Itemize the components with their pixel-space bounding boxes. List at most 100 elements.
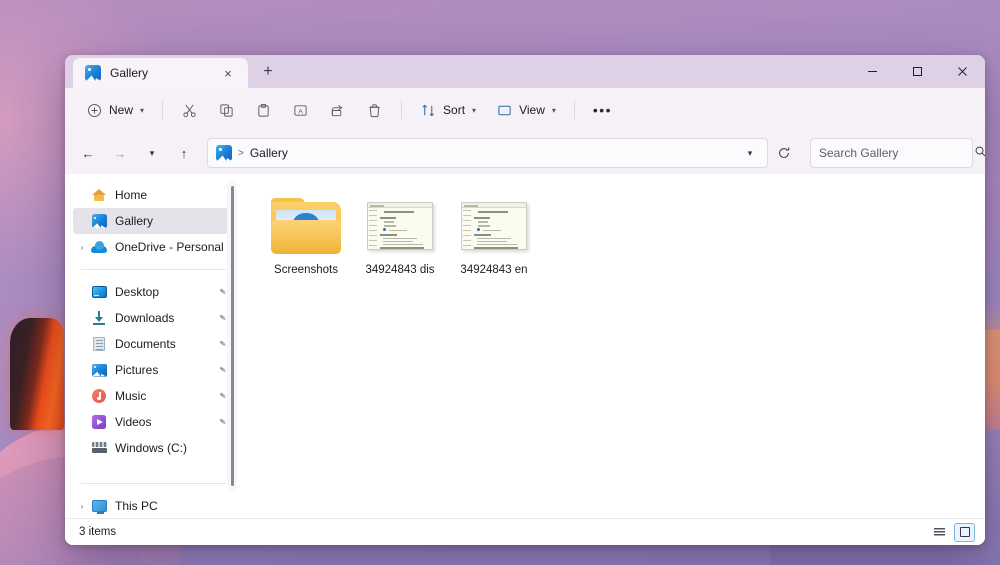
window-controls — [850, 55, 985, 88]
toolbar-separator-2 — [401, 101, 402, 119]
share-icon — [329, 102, 346, 119]
new-button-label: New — [109, 103, 133, 117]
minimize-button[interactable] — [850, 55, 895, 88]
chevron-right-icon: › — [73, 392, 91, 401]
chevron-right-icon[interactable]: › — [73, 502, 91, 511]
screenshot-preview-icon — [461, 202, 527, 250]
rename-button[interactable]: A — [283, 95, 318, 125]
download-icon — [91, 310, 107, 326]
file-item-screenshot-dis[interactable]: 34924843 dis — [356, 190, 444, 283]
status-bar: 3 items — [65, 518, 985, 545]
sidebar-item-label: Videos — [115, 415, 151, 429]
file-name-label: 34924843 dis — [365, 263, 434, 277]
folder-thumbnail — [270, 196, 342, 256]
document-icon — [91, 336, 107, 352]
file-name-label: Screenshots — [274, 263, 338, 277]
maximize-button[interactable] — [895, 55, 940, 88]
chevron-right-icon: › — [73, 288, 91, 297]
back-button[interactable]: ← — [73, 138, 103, 168]
delete-button[interactable] — [357, 95, 392, 125]
sidebar-item-this-pc[interactable]: › This PC — [73, 493, 232, 518]
image-thumbnail — [458, 196, 530, 256]
up-button[interactable]: ↑ — [169, 138, 199, 168]
see-more-button[interactable]: ••• — [584, 95, 621, 125]
forward-button[interactable]: → — [105, 138, 135, 168]
address-bar-right: ▾ — [737, 140, 763, 166]
sidebar-item-home[interactable]: › Home — [73, 182, 232, 208]
desktop-wallpaper: Gallery × + — [0, 0, 1000, 565]
breadcrumb-separator: > — [238, 148, 244, 159]
chevron-right-icon: › — [73, 366, 91, 375]
chevron-down-icon: ▾ — [552, 106, 556, 115]
desktop-icon — [91, 284, 107, 300]
paste-icon — [255, 102, 272, 119]
chevron-down-icon[interactable]: ▾ — [737, 140, 763, 166]
chevron-right-icon: › — [73, 418, 91, 427]
search-input[interactable] — [819, 146, 974, 160]
address-bar[interactable]: > Gallery ▾ — [207, 138, 768, 168]
sidebar-item-downloads[interactable]: › Downloads ✒ — [73, 305, 232, 331]
sidebar-item-gallery[interactable]: › Gallery — [73, 208, 232, 234]
item-count-label: 3 items — [79, 526, 116, 538]
pictures-icon — [91, 362, 107, 378]
square-icon — [960, 527, 970, 537]
search-box[interactable] — [810, 138, 973, 168]
details-view-toggle[interactable] — [929, 523, 950, 542]
list-lines-icon — [934, 528, 945, 537]
toolbar-separator-3 — [574, 101, 575, 119]
file-list-pane[interactable]: Screenshots — [240, 174, 985, 518]
sidebar-item-pictures[interactable]: › Pictures ✒ — [73, 357, 232, 383]
sidebar-item-label: Music — [115, 389, 146, 403]
chevron-right-icon[interactable]: › — [73, 243, 91, 252]
tab-strip: Gallery × + — [65, 55, 283, 88]
search-icon — [974, 145, 985, 161]
video-icon — [91, 414, 107, 430]
close-button[interactable] — [940, 55, 985, 88]
chevron-right-icon: › — [73, 340, 91, 349]
paste-button[interactable] — [246, 95, 281, 125]
wallpaper-glowing-rock — [10, 318, 64, 430]
view-button[interactable]: View ▾ — [487, 95, 565, 125]
large-icons-view-toggle[interactable] — [954, 523, 975, 542]
sidebar-item-label: Documents — [115, 337, 176, 351]
sidebar-scrollbar-thumb[interactable] — [231, 186, 234, 486]
address-bar-row: ← → ▾ ↑ > Gallery ▾ — [65, 132, 985, 174]
sidebar-item-music[interactable]: › Music ✒ — [73, 383, 232, 409]
gallery-icon — [91, 213, 107, 229]
copy-button[interactable] — [209, 95, 244, 125]
sidebar-item-onedrive[interactable]: › OneDrive - Personal — [73, 234, 232, 260]
chevron-down-icon: ▾ — [140, 106, 144, 115]
sort-icon — [420, 102, 437, 119]
sidebar-item-videos[interactable]: › Videos ✒ — [73, 409, 232, 435]
sidebar-item-label: OneDrive - Personal — [115, 240, 224, 254]
cut-button[interactable] — [172, 95, 207, 125]
sidebar-item-label: Gallery — [115, 214, 153, 228]
breadcrumb[interactable]: Gallery — [250, 146, 288, 160]
svg-text:A: A — [298, 108, 303, 115]
file-name-label: 34924843 en — [460, 263, 527, 277]
new-tab-button[interactable]: + — [253, 57, 283, 87]
sidebar-divider-2 — [81, 483, 226, 484]
pc-icon — [91, 498, 107, 514]
sidebar-divider — [81, 269, 226, 270]
file-item-screenshot-en[interactable]: 34924843 en — [450, 190, 538, 283]
command-bar: New ▾ A — [65, 88, 985, 132]
home-icon — [91, 187, 107, 203]
sort-button[interactable]: Sort ▾ — [411, 95, 485, 125]
recent-locations-button[interactable]: ▾ — [137, 138, 167, 168]
share-button[interactable] — [320, 95, 355, 125]
sidebar-item-windows-c[interactable]: › Windows (C:) — [73, 435, 232, 461]
close-tab-icon[interactable]: × — [217, 62, 239, 84]
new-button[interactable]: New ▾ — [77, 95, 153, 125]
view-toggle-group — [929, 523, 975, 542]
refresh-button[interactable] — [770, 140, 798, 166]
tab-gallery[interactable]: Gallery × — [73, 58, 248, 88]
drive-icon — [91, 440, 107, 456]
sidebar-item-documents[interactable]: › Documents ✒ — [73, 331, 232, 357]
explorer-body: › Home › Gallery › OneDrive - Personal — [65, 174, 985, 518]
sidebar-item-desktop[interactable]: › Desktop ✒ — [73, 279, 232, 305]
file-item-screenshots[interactable]: Screenshots — [262, 190, 350, 283]
gallery-icon — [216, 145, 232, 161]
sidebar-item-label: Home — [115, 188, 147, 202]
sidebar-item-label: Windows (C:) — [115, 441, 187, 455]
